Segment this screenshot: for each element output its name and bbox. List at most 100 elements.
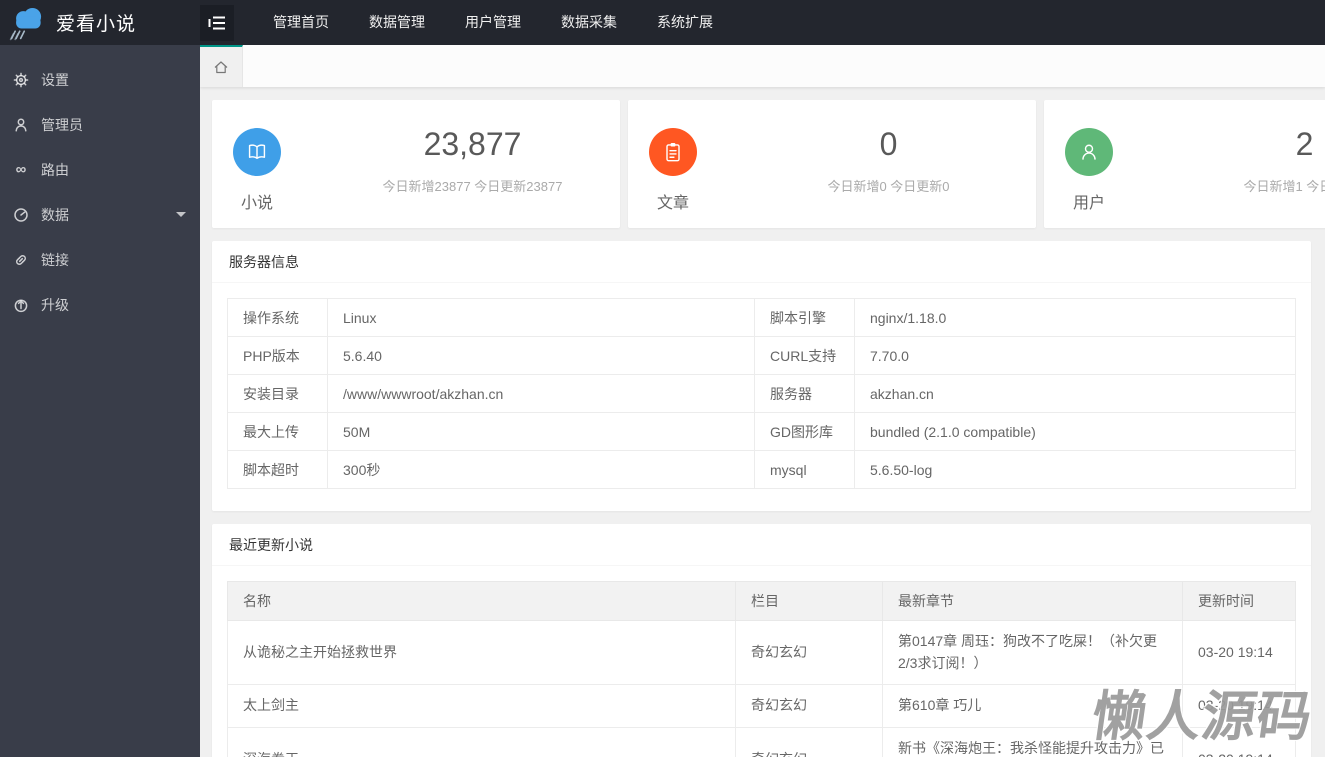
table-row: 安装目录 /www/wwwroot/akzhan.cn 服务器 akzhan.c…: [227, 374, 1296, 413]
cloud-rain-icon: [7, 3, 47, 43]
nav-item-data-collect[interactable]: 数据采集: [541, 0, 637, 45]
server-info-body: 操作系统 Linux 脚本引擎 nginx/1.18.0 PHP版本 5.6.4…: [212, 283, 1311, 511]
main-content: 小说 23,877 今日新增23877 今日更新23877 文章 0 今日新增0…: [200, 87, 1325, 757]
novel-category: 奇幻玄幻: [735, 727, 883, 757]
server-info-value: nginx/1.18.0: [854, 298, 1296, 337]
sidebar-item-settings[interactable]: 设置: [0, 57, 200, 102]
server-info-label: 脚本引擎: [754, 298, 855, 337]
nav-item-system-extend[interactable]: 系统扩展: [637, 0, 733, 45]
novel-name: 从诡秘之主开始拯救世界: [227, 619, 736, 686]
server-info-panel: 服务器信息 操作系统 Linux 脚本引擎 nginx/1.18.0 PHP版本…: [212, 241, 1311, 511]
sidebar-item-data[interactable]: 数据: [0, 192, 200, 237]
table-row: 操作系统 Linux 脚本引擎 nginx/1.18.0: [227, 298, 1296, 337]
sidebar-item-admins[interactable]: 管理员: [0, 102, 200, 147]
novel-update-time: 03-20 19:14: [1182, 684, 1296, 729]
stat-card-icon-block: 文章: [649, 128, 697, 228]
novel-category: 奇幻玄幻: [735, 619, 883, 686]
novel-category: 奇幻玄幻: [735, 684, 883, 729]
gauge-icon: [12, 206, 30, 224]
novel-chapter: 第0147章 周珏：狗改不了吃屎！（补欠更2/3求订阅！）: [882, 619, 1183, 686]
sidebar-item-label: 数据: [41, 206, 69, 223]
stat-card-label: 文章: [656, 195, 689, 212]
recent-novels-panel: 最近更新小说 名称 栏目 最新章节 更新时间 从诡秘之主开始拯救世界 奇幻玄幻: [212, 524, 1311, 757]
server-info-label: 最大上传: [227, 412, 328, 451]
sidebar-item-routes[interactable]: ∞ 路由: [0, 147, 200, 192]
article-icon: [649, 128, 697, 176]
server-info-label: GD图形库: [754, 412, 855, 451]
nav-item-data-manage[interactable]: 数据管理: [349, 0, 445, 45]
novel-chapter: 第610章 巧儿: [882, 684, 1183, 729]
server-info-value: 300秒: [327, 450, 755, 489]
stats-cards-row: 小说 23,877 今日新增23877 今日更新23877 文章 0 今日新增0…: [212, 100, 1325, 228]
server-info-label: 安装目录: [227, 374, 328, 413]
panel-title: 最近更新小说: [212, 524, 1311, 566]
admin-user-icon: [12, 116, 30, 134]
sidebar-item-label: 设置: [41, 71, 69, 88]
server-info-value: akzhan.cn: [854, 374, 1296, 413]
stat-card-subtitle: 今日新增1 今日更新1: [1243, 179, 1325, 194]
tab-home[interactable]: [200, 45, 243, 87]
server-info-label: PHP版本: [227, 336, 328, 375]
server-info-value: 5.6.50-log: [854, 450, 1296, 489]
novel-chapter: 新书《深海炮王：我杀怪能提升攻击力》已发: [882, 727, 1183, 757]
menu-toggle-button[interactable]: [200, 4, 234, 41]
recent-novels-body: 名称 栏目 最新章节 更新时间 从诡秘之主开始拯救世界 奇幻玄幻 第0147章 …: [212, 566, 1311, 757]
table-row: PHP版本 5.6.40 CURL支持 7.70.0: [227, 336, 1296, 375]
top-header: 爱看小说 管理首页 数据管理 用户管理 数据采集 系统扩展: [0, 0, 1325, 45]
sidebar-item-links[interactable]: 链接: [0, 237, 200, 282]
server-info-value: bundled (2.1.0 compatible): [854, 412, 1296, 451]
panel-title: 服务器信息: [212, 241, 1311, 283]
server-info-label: CURL支持: [754, 336, 855, 375]
nav-item-admin-home[interactable]: 管理首页: [253, 0, 349, 45]
app-logo[interactable]: 爱看小说: [0, 3, 200, 43]
column-header-category: 栏目: [735, 581, 883, 621]
stat-card-label: 用户: [1072, 195, 1105, 212]
server-info-label: 操作系统: [227, 298, 328, 337]
stat-card-icon-block: 用户: [1065, 128, 1113, 228]
caret-down-icon: [176, 212, 186, 217]
server-info-value: /www/wwwroot/akzhan.cn: [327, 374, 755, 413]
route-icon: ∞: [15, 161, 27, 178]
upgrade-icon: [12, 296, 30, 314]
nav-item-user-manage[interactable]: 用户管理: [445, 0, 541, 45]
stat-card-value-block: 23,877 今日新增23877 今日更新23877: [281, 100, 620, 228]
stat-card-subtitle: 今日新增23877 今日更新23877: [382, 179, 563, 194]
stat-card-novels[interactable]: 小说 23,877 今日新增23877 今日更新23877: [212, 100, 620, 228]
table-row: 最大上传 50M GD图形库 bundled (2.1.0 compatible…: [227, 412, 1296, 451]
stat-card-subtitle: 今日新增0 今日更新0: [827, 179, 950, 194]
server-info-value: 7.70.0: [854, 336, 1296, 375]
novel-name: 太上剑主: [227, 684, 736, 729]
stat-card-value-block: 0 今日新增0 今日更新0: [697, 100, 1036, 228]
server-info-label: mysql: [754, 450, 855, 489]
stat-card-value-block: 2 今日新增1 今日更新1: [1113, 100, 1325, 228]
novel-name: 深海拳王: [227, 727, 736, 757]
stat-card-value: 2: [1295, 126, 1314, 162]
sidebar-item-upgrade[interactable]: 升级: [0, 282, 200, 327]
server-info-label: 脚本超时: [227, 450, 328, 489]
novel-update-time: 03-20 19:14: [1182, 727, 1296, 757]
sidebar-item-label: 升级: [41, 296, 69, 313]
table-header-row: 名称 栏目 最新章节 更新时间: [227, 581, 1296, 621]
table-row: 从诡秘之主开始拯救世界 奇幻玄幻 第0147章 周珏：狗改不了吃屎！（补欠更2/…: [227, 619, 1296, 686]
stat-card-users[interactable]: 用户 2 今日新增1 今日更新1: [1044, 100, 1325, 228]
book-icon: [233, 128, 281, 176]
sidebar-item-label: 路由: [41, 161, 69, 178]
app-title: 爱看小说: [56, 14, 137, 35]
server-info-label: 服务器: [754, 374, 855, 413]
novel-update-time: 03-20 19:14: [1182, 619, 1296, 686]
table-row: 深海拳王 奇幻玄幻 新书《深海炮王：我杀怪能提升攻击力》已发 03-20 19:…: [227, 727, 1296, 757]
table-row: 太上剑主 奇幻玄幻 第610章 巧儿 03-20 19:14: [227, 684, 1296, 729]
stat-card-articles[interactable]: 文章 0 今日新增0 今日更新0: [628, 100, 1036, 228]
server-info-value: 50M: [327, 412, 755, 451]
stat-card-value: 23,877: [423, 126, 522, 162]
column-header-name: 名称: [227, 581, 736, 621]
stat-card-icon-block: 小说: [233, 128, 281, 228]
server-info-value: Linux: [327, 298, 755, 337]
sidebar-item-label: 管理员: [41, 116, 83, 133]
tab-bar: [200, 45, 1325, 87]
user-icon: [1065, 128, 1113, 176]
stat-card-value: 0: [879, 126, 898, 162]
table-row: 脚本超时 300秒 mysql 5.6.50-log: [227, 450, 1296, 489]
server-info-table: 操作系统 Linux 脚本引擎 nginx/1.18.0 PHP版本 5.6.4…: [227, 298, 1296, 489]
stat-card-label: 小说: [240, 195, 273, 212]
